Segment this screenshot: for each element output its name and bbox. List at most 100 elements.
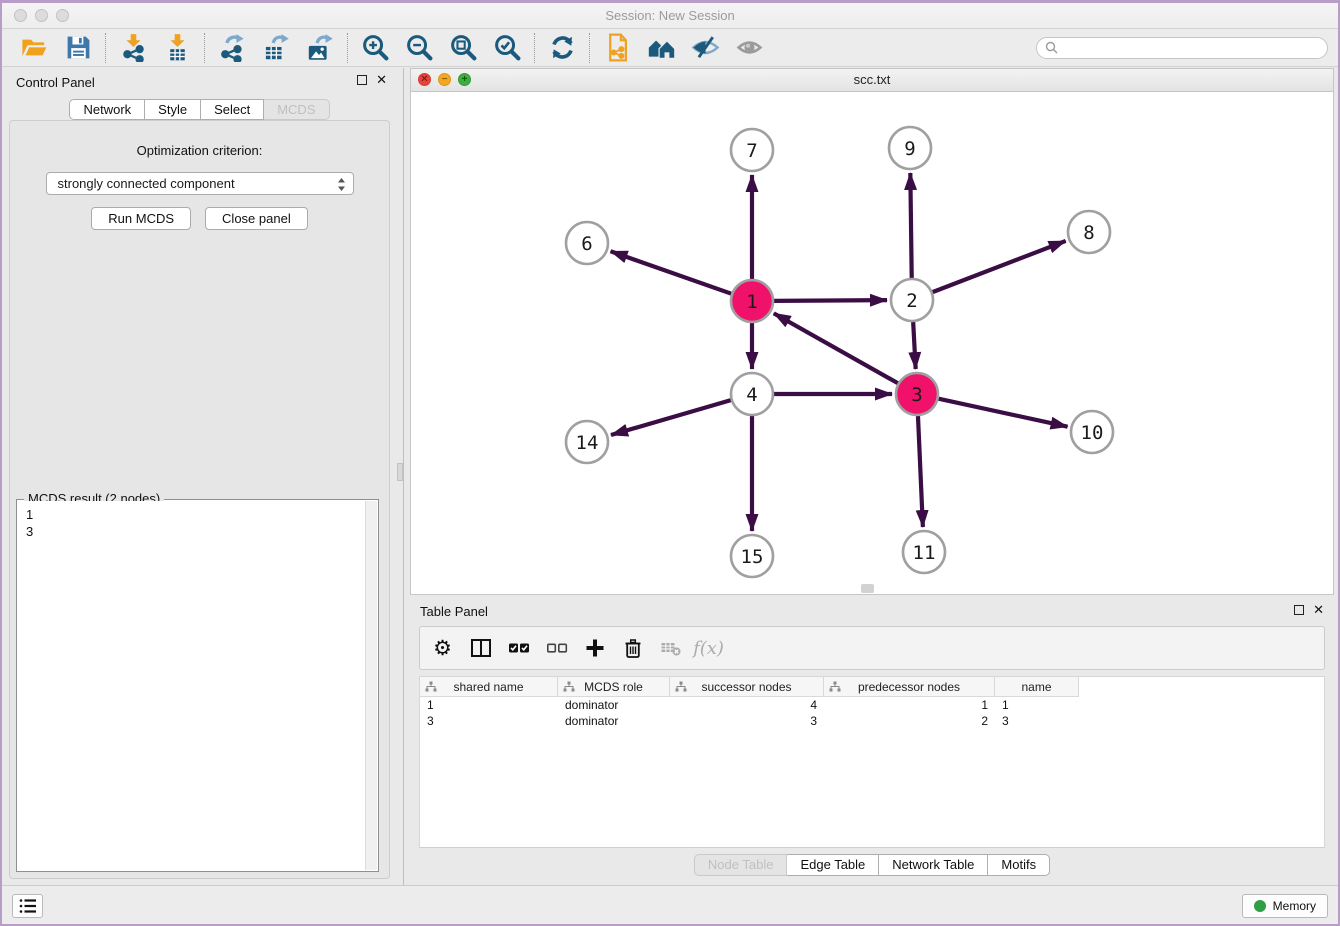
close-window-button[interactable]	[14, 9, 27, 22]
first-neighbors-button[interactable]	[639, 32, 683, 64]
column-header-shared-name[interactable]: shared name	[420, 677, 558, 697]
graph-edge-3-1[interactable]	[774, 313, 898, 383]
graph-edge-2-3[interactable]	[913, 322, 916, 369]
optimization-criterion-label: Optimization criterion:	[10, 143, 389, 158]
cell-successor-nodes[interactable]: 4	[670, 697, 824, 713]
cell-predecessor-nodes[interactable]: 2	[824, 713, 995, 729]
table-row[interactable]: 1dominator411	[420, 697, 1324, 713]
graph-node-14[interactable]: 14	[566, 421, 608, 463]
network-resize-grip[interactable]	[861, 584, 874, 593]
zoom-out-button[interactable]	[397, 32, 441, 64]
export-table-button[interactable]	[254, 32, 298, 64]
graph-node-10[interactable]: 10	[1071, 411, 1113, 453]
table-tab-edge-table[interactable]: Edge Table	[787, 854, 879, 876]
minimize-window-button[interactable]	[35, 9, 48, 22]
cell-name[interactable]: 1	[995, 697, 1079, 713]
clone-network-icon	[603, 33, 632, 62]
graph-edge-3-11[interactable]	[918, 416, 923, 527]
float-panel-icon[interactable]	[357, 75, 367, 85]
graph-edge-3-10[interactable]	[938, 399, 1067, 427]
export-network-button[interactable]	[210, 32, 254, 64]
memory-label: Memory	[1273, 899, 1316, 913]
column-header-mcds-role[interactable]: MCDS role	[558, 677, 670, 697]
cell-predecessor-nodes[interactable]: 1	[824, 697, 995, 713]
graph-node-7[interactable]: 7	[731, 129, 773, 171]
cell-shared-name[interactable]: 3	[420, 713, 558, 729]
maximize-window-button[interactable]	[56, 9, 69, 22]
column-header-successor-nodes[interactable]: successor nodes	[670, 677, 824, 697]
graph-node-11[interactable]: 11	[903, 531, 945, 573]
result-item[interactable]: 1	[26, 506, 357, 523]
network-minimize-button[interactable]: −	[438, 73, 451, 86]
clone-network-button[interactable]	[595, 32, 639, 64]
float-table-panel-icon[interactable]	[1294, 605, 1304, 615]
column-header-predecessor-nodes[interactable]: predecessor nodes	[824, 677, 995, 697]
memory-button[interactable]: Memory	[1242, 894, 1328, 918]
graph-node-8[interactable]: 8	[1068, 211, 1110, 253]
splitter-grip[interactable]	[397, 463, 403, 481]
tab-style[interactable]: Style	[145, 99, 201, 120]
search-input[interactable]	[1058, 41, 1319, 55]
graph-node-15[interactable]: 15	[731, 535, 773, 577]
cell-shared-name[interactable]: 1	[420, 697, 558, 713]
select-all-button[interactable]	[507, 637, 530, 660]
add-row-button[interactable]	[583, 637, 606, 660]
export-image-button[interactable]	[298, 32, 342, 64]
zoom-in-button[interactable]	[353, 32, 397, 64]
function-builder-button: f(x)	[697, 637, 720, 660]
close-panel-icon[interactable]: ✕	[376, 75, 387, 85]
cell-mcds-role[interactable]: dominator	[558, 697, 670, 713]
split-panel-button[interactable]	[469, 637, 492, 660]
panel-splitter[interactable]	[397, 68, 404, 885]
table-tab-node-table[interactable]: Node Table	[694, 854, 788, 876]
cell-successor-nodes[interactable]: 3	[670, 713, 824, 729]
search-field[interactable]	[1036, 37, 1328, 59]
graph-node-2[interactable]: 2	[891, 279, 933, 321]
criterion-dropdown[interactable]: strongly connected component	[46, 172, 354, 195]
run-mcds-button[interactable]: Run MCDS	[91, 207, 191, 230]
tab-network[interactable]: Network	[69, 99, 145, 120]
graph-edge-1-2[interactable]	[774, 300, 887, 301]
close-table-panel-icon[interactable]: ✕	[1313, 605, 1324, 615]
graph-edge-1-6[interactable]	[611, 251, 732, 293]
table-options-button[interactable]: ⚙	[431, 637, 454, 660]
apply-layout-button[interactable]	[540, 32, 584, 64]
tab-select[interactable]: Select	[201, 99, 264, 120]
cell-mcds-role[interactable]: dominator	[558, 713, 670, 729]
network-close-button[interactable]: ✕	[418, 73, 431, 86]
column-header-name[interactable]: name	[995, 677, 1079, 697]
svg-text:14: 14	[576, 432, 599, 454]
table-tab-motifs[interactable]: Motifs	[988, 854, 1050, 876]
graph-edge-2-9[interactable]	[910, 173, 911, 278]
close-panel-button[interactable]: Close panel	[205, 207, 308, 230]
network-canvas[interactable]: 7 9 6 8 1 2 4 3 14 10 15 11	[411, 93, 1333, 594]
delete-row-button[interactable]	[621, 637, 644, 660]
save-session-button[interactable]	[56, 32, 100, 64]
open-file-button[interactable]	[12, 32, 56, 64]
import-network-button[interactable]	[111, 32, 155, 64]
task-history-button[interactable]	[12, 894, 43, 918]
result-item[interactable]: 3	[26, 523, 357, 540]
graph-edge-4-14[interactable]	[611, 400, 731, 435]
hide-graphics-details-button[interactable]	[683, 32, 727, 64]
graph-node-3[interactable]: 3	[896, 373, 938, 415]
cell-name[interactable]: 3	[995, 713, 1079, 729]
deselect-all-button[interactable]	[545, 637, 568, 660]
tab-mcds[interactable]: MCDS	[264, 99, 329, 120]
table-tab-network-table[interactable]: Network Table	[879, 854, 988, 876]
network-maximize-button[interactable]: +	[458, 73, 471, 86]
toolbar-separator	[534, 33, 535, 63]
zoom-fit-button[interactable]	[441, 32, 485, 64]
graph-node-4[interactable]: 4	[731, 373, 773, 415]
graph-edge-2-8[interactable]	[933, 241, 1066, 292]
show-graphics-details-button[interactable]	[727, 32, 771, 64]
table-row[interactable]: 3dominator323	[420, 713, 1324, 729]
graph-node-9[interactable]: 9	[889, 127, 931, 169]
zoom-selected-button[interactable]	[485, 32, 529, 64]
graph-node-6[interactable]: 6	[566, 222, 608, 264]
result-list-scrollbar[interactable]	[365, 501, 377, 870]
graph-node-1[interactable]: 1	[731, 280, 773, 322]
import-table-button[interactable]	[155, 32, 199, 64]
table-toolbar: ⚙ f(x)	[419, 626, 1325, 670]
open-folder-icon	[20, 33, 49, 62]
